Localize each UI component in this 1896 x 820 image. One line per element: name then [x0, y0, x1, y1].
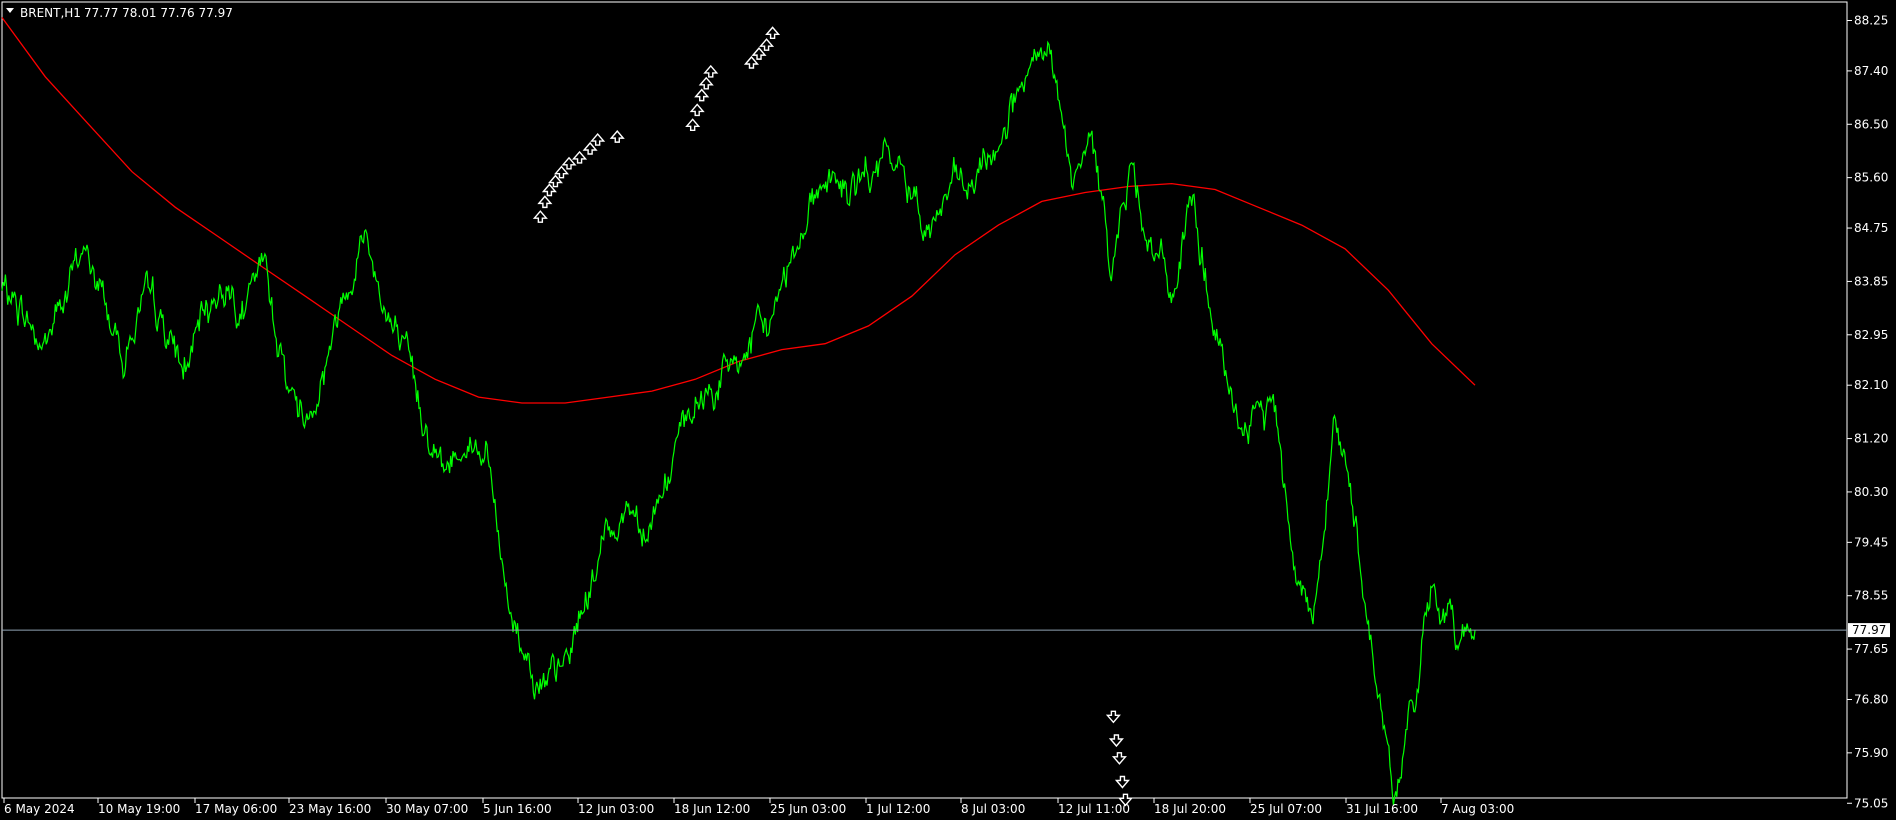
y-tick-label: 83.85	[1854, 274, 1888, 288]
bid-price-tag: 77.97	[1848, 623, 1890, 638]
x-tick-label: 5 Jun 16:00	[483, 802, 552, 816]
y-tick-label: 79.45	[1854, 535, 1888, 549]
x-tick-label: 6 May 2024	[4, 802, 75, 816]
y-tick-label: 78.55	[1854, 589, 1888, 603]
x-tick-label: 18 Jun 12:00	[674, 802, 750, 816]
y-tick-label: 82.10	[1854, 378, 1888, 392]
ohlc-values: 77.77 78.01 77.76 77.97	[84, 6, 233, 20]
chart-background	[0, 0, 1896, 820]
x-tick-label: 25 Jul 07:00	[1250, 802, 1322, 816]
x-tick-label: 7 Aug 03:00	[1441, 802, 1514, 816]
y-tick-label: 87.40	[1854, 64, 1888, 78]
x-tick-label: 25 Jun 03:00	[770, 802, 846, 816]
x-tick-label: 30 May 07:00	[386, 802, 468, 816]
y-tick-label: 84.75	[1854, 221, 1888, 235]
y-tick-label: 77.65	[1854, 642, 1888, 656]
y-tick-label: 88.25	[1854, 14, 1888, 28]
bid-price-tag-label: 77.97	[1852, 623, 1886, 637]
y-tick-label: 82.95	[1854, 328, 1888, 342]
x-tick-label: 23 May 16:00	[289, 802, 371, 816]
x-tick-label: 18 Jul 20:00	[1154, 802, 1226, 816]
x-tick-label: 17 May 06:00	[195, 802, 277, 816]
symbol-timeframe: BRENT,H1	[20, 6, 81, 20]
y-tick-label: 76.80	[1854, 692, 1888, 706]
chart-header: BRENT,H1 77.77 78.01 77.76 77.97	[6, 6, 233, 20]
y-tick-label: 86.50	[1854, 117, 1888, 131]
y-tick-label: 75.05	[1854, 796, 1888, 810]
x-tick-label: 8 Jul 03:00	[961, 802, 1025, 816]
x-tick-label: 31 Jul 16:00	[1346, 802, 1418, 816]
x-tick-label: 12 Jul 11:00	[1058, 802, 1130, 816]
y-tick-label: 85.60	[1854, 171, 1888, 185]
y-tick-label: 81.20	[1854, 432, 1888, 446]
chart-window[interactable]: 88.25 87.40 86.50 85.60 84.75 83.85 82.95 82.10…	[0, 0, 1896, 820]
x-tick-label: 10 May 19:00	[98, 802, 180, 816]
x-tick-label: 1 Jul 12:00	[866, 802, 930, 816]
y-tick-label: 75.90	[1854, 746, 1888, 760]
price-chart[interactable]: 88.25 87.40 86.50 85.60 84.75 83.85 82.95 82.10…	[0, 0, 1896, 820]
y-tick-label: 80.30	[1854, 485, 1888, 499]
x-tick-label: 12 Jun 03:00	[578, 802, 654, 816]
